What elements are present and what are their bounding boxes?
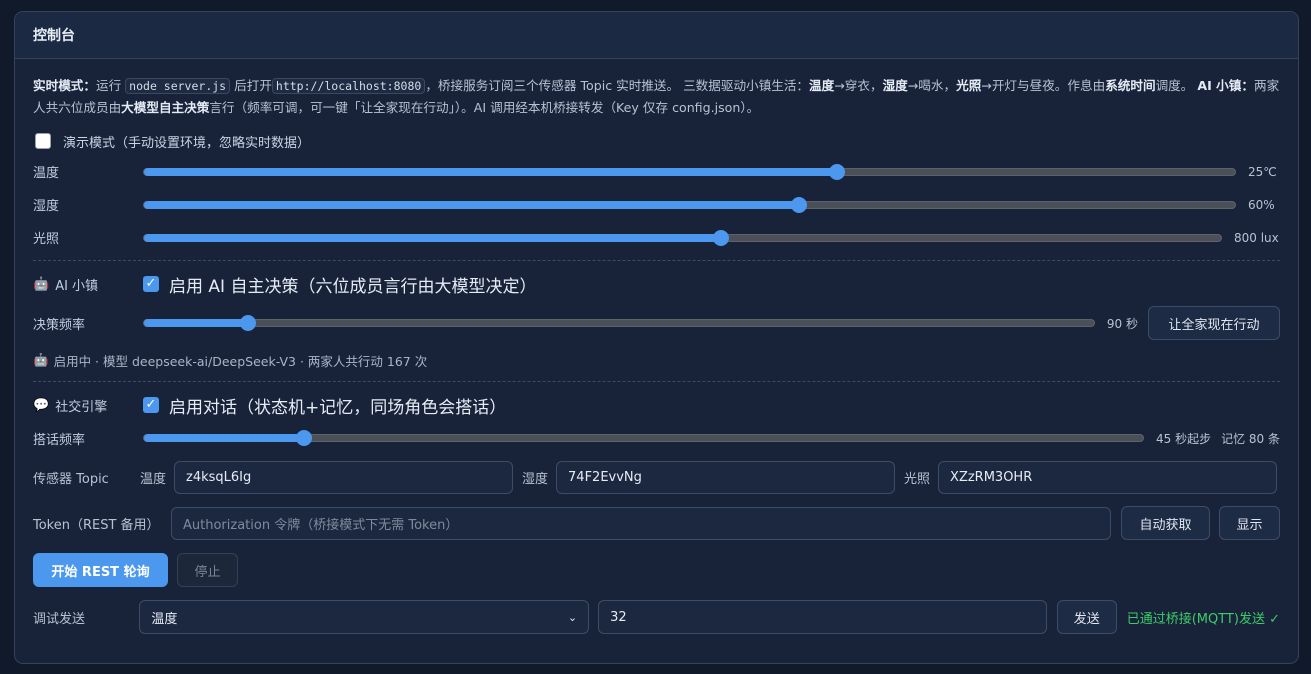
intro-drink: →喝水， (907, 78, 957, 93)
debug-send-label: 调试发送 (33, 611, 86, 627)
light-slider[interactable] (143, 229, 1222, 246)
token-row: Token（REST 备用） Authorization 令牌（桥接模式下无需 … (33, 500, 1280, 546)
panel-header: 控制台 (15, 12, 1298, 59)
send-status: 已通过桥接(MQTT)发送 ✓ (1126, 611, 1280, 627)
show-token-button[interactable]: 显示 (1219, 506, 1280, 540)
humidity-slider[interactable] (143, 196, 1236, 213)
intro-tail: 言行（频率可调，可一键「让全家现在行动」）。AI 调用经本机桥接转发（Key 仅… (209, 100, 760, 115)
intro-dress: →穿衣， (834, 78, 883, 93)
demo-mode-row[interactable]: 演示模式（手动设置环境，忽略实时数据） (33, 131, 1280, 151)
ai-status: 🤖 启用中 · 模型 deepseek-ai/DeepSeek-V3 · 两家人… (33, 345, 1280, 375)
social-frequency-value: 45 秒起步 (1156, 431, 1212, 446)
ai-frequency-row: 决策频率 90 秒 让全家现在行动 (33, 301, 1280, 345)
divider (33, 260, 1280, 261)
topic-temp-input[interactable]: z4ksqL6Ig (174, 460, 514, 494)
intro-schedule: 调度。 (1155, 78, 1194, 93)
topic-hum-input[interactable]: 74F2EvvNg (556, 460, 896, 494)
demo-mode-checkbox[interactable] (35, 133, 51, 149)
intro-temp: 温度 (809, 78, 835, 93)
ai-toggle-row: 🤖 AI 小镇 ✓ 启用 AI 自主决策（六位成员言行由大模型决定） (33, 267, 1280, 301)
act-now-button[interactable]: 让全家现在行动 (1148, 306, 1280, 340)
robot-icon: 🤖 (33, 276, 50, 292)
start-rest-button[interactable]: 开始 REST 轮询 (33, 553, 168, 587)
humidity-value: 60% (1248, 197, 1275, 212)
rest-actions-row: 开始 REST 轮询 停止 (33, 546, 1280, 594)
ai-frequency-slider-thumb[interactable] (240, 315, 257, 331)
token-label: Token（REST 备用） (33, 517, 160, 533)
temperature-label: 温度 (33, 166, 60, 181)
intro-bridge: ，桥接服务订阅三个传感器 Topic 实时推送。 三数据驱动小镇生活： (425, 78, 810, 93)
social-memory-value: 记忆 80 条 (1221, 431, 1280, 446)
intro-light: 光照 (956, 78, 982, 93)
temperature-slider-row: 温度 25℃ (33, 155, 1280, 188)
divider (33, 381, 1280, 382)
ai-enable-label: 启用 AI 自主决策（六位成员言行由大模型决定） (169, 276, 537, 297)
intro-hum: 湿度 (882, 78, 908, 93)
panel-title: 控制台 (33, 28, 75, 44)
light-value: 800 lux (1234, 230, 1279, 245)
ai-enable-checkbox[interactable]: ✓ (143, 276, 159, 292)
speech-bubble-icon: 💬 (33, 397, 50, 413)
social-enable-label: 启用对话（状态机+记忆，同场角色会搭话） (169, 397, 507, 418)
light-label: 光照 (33, 232, 60, 247)
ai-label: AI 小镇 (55, 278, 99, 294)
topic-hum-label: 湿度 (522, 471, 549, 487)
social-toggle-row: 💬 社交引擎 ✓ 启用对话（状态机+记忆，同场角色会搭话） (33, 388, 1280, 422)
ai-status-text: 启用中 · 模型 deepseek-ai/DeepSeek-V3 · 两家人共行… (53, 353, 428, 369)
token-input[interactable]: Authorization 令牌（桥接模式下无需 Token） (171, 506, 1111, 540)
temperature-slider[interactable] (143, 163, 1236, 180)
intro-realtime-label: 实时模式： (33, 78, 96, 93)
humidity-slider-thumb[interactable] (790, 196, 807, 213)
robot-icon: 🤖 (33, 352, 49, 367)
humidity-slider-row: 湿度 60% (33, 188, 1280, 221)
debug-value-input[interactable]: 32 (598, 600, 1047, 634)
topic-light-label: 光照 (904, 471, 931, 487)
debug-sensor-select[interactable]: 温度 ⌄ (139, 600, 590, 634)
intro-run: 运行 (95, 78, 122, 93)
ai-frequency-slider[interactable] (143, 315, 1095, 331)
social-frequency-slider[interactable] (143, 430, 1144, 446)
social-frequency-row: 搭话频率 45 秒起步 记忆 80 条 (33, 422, 1280, 454)
send-button[interactable]: 发送 (1056, 600, 1117, 634)
intro-ai-label: AI 小镇： (1197, 78, 1254, 93)
sensor-topic-row: 传感器 Topic 温度 z4ksqL6Ig 湿度 74F2EvvNg 光照 X… (33, 454, 1280, 500)
social-section-label: 💬 社交引擎 (33, 396, 143, 415)
intro-lamp: →开灯与昼夜。作息由 (981, 78, 1106, 93)
demo-mode-label: 演示模式（手动设置环境，忽略实时数据） (63, 135, 311, 151)
ai-frequency-value: 90 秒 (1106, 316, 1138, 331)
debug-sensor-selected: 温度 (151, 611, 178, 627)
humidity-label: 湿度 (33, 199, 60, 214)
url-code: http://localhost:8080 (271, 78, 426, 94)
command-code: node server.js (125, 78, 231, 94)
social-enable-checkbox[interactable]: ✓ (143, 397, 159, 413)
debug-send-row: 调试发送 温度 ⌄ 32 发送 已通过桥接(MQTT)发送 ✓ (33, 594, 1280, 640)
temperature-value: 25℃ (1248, 164, 1277, 179)
topic-light-input[interactable]: XZzRM3OHR (938, 460, 1278, 494)
console-panel: 控制台 实时模式：运行 node server.js 后打开 http://loc… (14, 11, 1299, 664)
temperature-slider-thumb[interactable] (828, 163, 845, 180)
topic-temp-label: 温度 (140, 471, 167, 487)
intro-text: 实时模式：运行 node server.js 后打开 http://localho… (33, 75, 1280, 119)
chevron-down-icon: ⌄ (567, 610, 578, 624)
intro-open: 后打开 (234, 78, 272, 93)
auto-fetch-button[interactable]: 自动获取 (1121, 506, 1210, 540)
social-label: 社交引擎 (55, 399, 108, 415)
ai-frequency-label: 决策频率 (33, 317, 86, 333)
light-slider-thumb[interactable] (713, 229, 730, 246)
intro-model: 大模型自主决策 (121, 100, 210, 115)
light-slider-row: 光照 800 lux (33, 221, 1280, 254)
stop-button[interactable]: 停止 (177, 553, 238, 587)
sensor-topic-label: 传感器 Topic (33, 471, 109, 487)
social-frequency-slider-thumb[interactable] (295, 430, 312, 446)
social-frequency-label: 搭话频率 (33, 432, 86, 448)
intro-time: 系统时间 (1105, 78, 1156, 93)
ai-section-label: 🤖 AI 小镇 (33, 275, 143, 294)
